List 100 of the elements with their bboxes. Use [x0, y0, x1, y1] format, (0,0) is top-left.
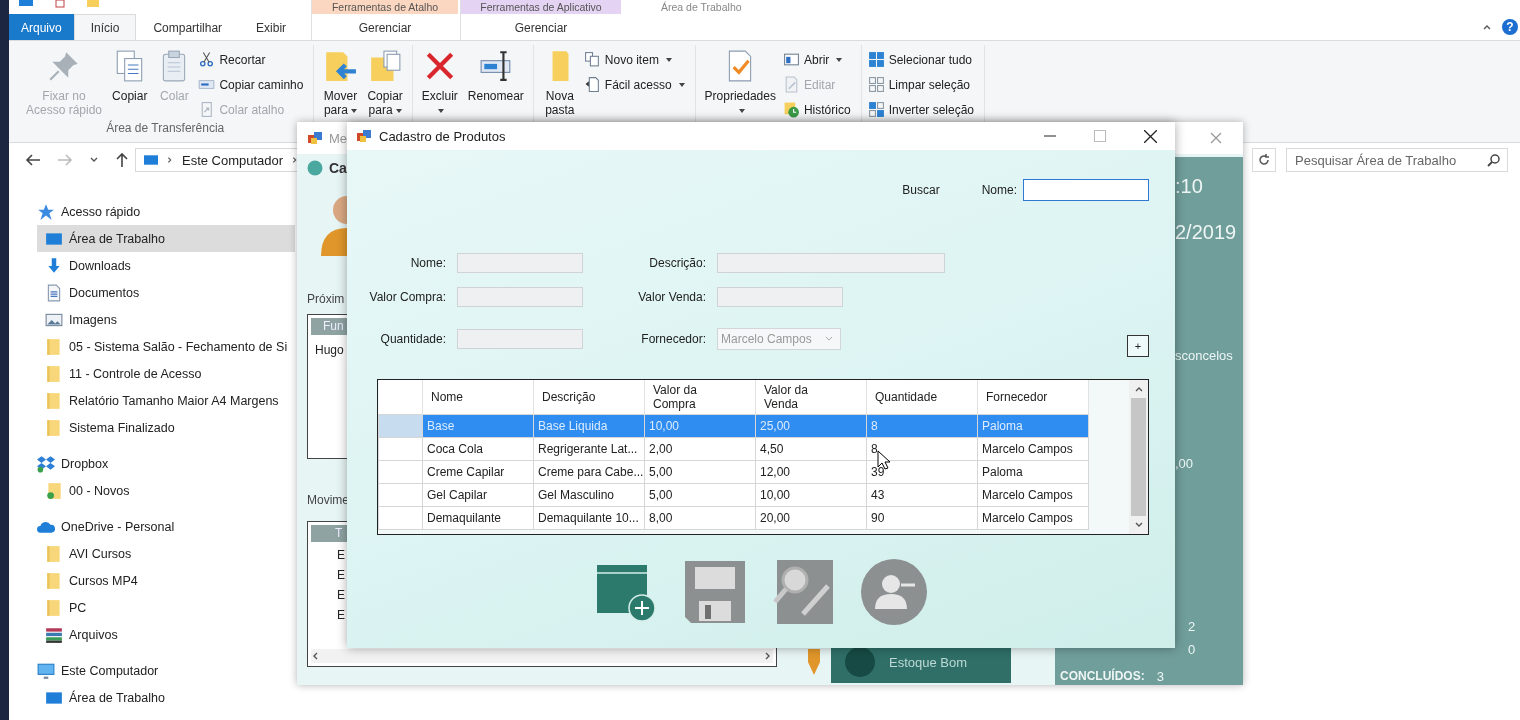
- nav-item[interactable]: Área de Trabalho: [37, 225, 295, 252]
- name-field[interactable]: [1023, 179, 1149, 201]
- list-item[interactable]: E: [337, 542, 345, 562]
- ribbon-button[interactable]: Copiar caminho: [198, 74, 308, 95]
- folder-icon: [45, 598, 63, 617]
- nav-item[interactable]: Este Computador: [9, 657, 295, 684]
- circle-icon: [845, 647, 875, 677]
- caret-icon: [836, 57, 843, 62]
- forward-arrow-icon[interactable]: [57, 153, 73, 168]
- search-button[interactable]: [773, 560, 833, 624]
- ribbon-button[interactable]: Copiar: [109, 45, 151, 103]
- ribbon-tab[interactable]: Exibir: [239, 14, 304, 40]
- list-item[interactable]: E: [337, 602, 345, 622]
- file-tab[interactable]: Arquivo: [9, 14, 74, 40]
- nav-item[interactable]: Relatório Tamanho Maior A4 Margens: [9, 387, 295, 414]
- field-label: Quantidade:: [379, 332, 446, 346]
- grid-icon: [867, 51, 885, 68]
- address-bar[interactable]: Este Computador: [135, 148, 300, 173]
- caret-icon: [438, 108, 445, 113]
- page-icon[interactable]: [55, 0, 65, 8]
- grid-icon: [867, 76, 885, 93]
- nav-item[interactable]: Downloads: [9, 252, 295, 279]
- help-button[interactable]: ?: [1502, 19, 1518, 35]
- ribbon-button[interactable]: Fácil acesso: [583, 74, 689, 95]
- close-icon[interactable]: [1210, 132, 1222, 144]
- nav-item[interactable]: 00 - Novos: [9, 477, 295, 504]
- column-header[interactable]: Fornecedor: [977, 380, 1089, 414]
- table-cell: 25,00: [755, 414, 867, 437]
- nav-item[interactable]: OneDrive - Personal: [9, 513, 295, 540]
- folder-icon: [45, 571, 63, 590]
- ribbon-button[interactable]: Abrir: [782, 49, 855, 70]
- nav-item[interactable]: Arquivos: [9, 621, 295, 648]
- save-button[interactable]: [685, 561, 745, 623]
- app-icon: [307, 130, 323, 146]
- nav-item[interactable]: Cursos MP4: [9, 567, 295, 594]
- ribbon-button[interactable]: Inverter seleção: [867, 99, 979, 120]
- stat-value: 3: [1156, 669, 1164, 684]
- ribbon-tab[interactable]: Gerenciar: [312, 14, 458, 40]
- table-cell: Base: [422, 414, 534, 437]
- ribbon-button[interactable]: Renomear: [464, 45, 527, 103]
- nav-item[interactable]: 11 - Controle de Acesso: [9, 360, 295, 387]
- scrollbar[interactable]: [311, 649, 773, 663]
- ribbon-button[interactable]: Limpar seleção: [867, 74, 979, 95]
- ribbon-tab[interactable]: Compartilhar: [136, 14, 240, 40]
- ribbon-button[interactable]: Novo item: [583, 49, 689, 70]
- table-cell: 12,00: [755, 460, 867, 483]
- column-header[interactable]: Valor da Compra: [644, 380, 756, 414]
- table-row[interactable]: Creme Capilar Creme para Cabe... 5,00 12,00 39 Paloma: [378, 460, 1089, 483]
- table-cell: 4,50: [755, 437, 867, 460]
- scrollbar[interactable]: [1129, 380, 1148, 534]
- table-cell: Creme Capilar: [422, 460, 534, 483]
- list-item[interactable]: E: [337, 582, 345, 602]
- column-header[interactable]: Nome: [422, 380, 534, 414]
- nav-item[interactable]: 05 - Sistema Salão - Fechamento de Si: [9, 333, 295, 360]
- table-cell: 2,00: [644, 437, 756, 460]
- nav-item[interactable]: Documentos: [9, 279, 295, 306]
- table-cell: Regrigerante Lat...: [533, 437, 645, 460]
- refresh-button[interactable]: [1252, 148, 1276, 173]
- remove-user-button[interactable]: [861, 559, 927, 625]
- ribbon-tab[interactable]: Início: [73, 14, 137, 40]
- add-supplier-button[interactable]: +: [1127, 335, 1149, 357]
- search-field[interactable]: Pesquisar Área de Trabalho: [1286, 148, 1508, 173]
- ribbon-button[interactable]: Propriedades: [701, 45, 779, 117]
- ribbon-button[interactable]: Histórico: [782, 99, 855, 120]
- breadcrumb[interactable]: Este Computador: [181, 152, 284, 168]
- status-text: Estoque Bom: [889, 655, 968, 672]
- nav-item[interactable]: Acesso rápido: [9, 198, 295, 225]
- ribbon-button[interactable]: Excluir: [418, 45, 461, 117]
- nav-item[interactable]: PC: [9, 594, 295, 621]
- section-label: Movime: [307, 493, 349, 507]
- list-item[interactable]: E: [337, 562, 345, 582]
- ribbon-button[interactable]: Selecionar tudo: [867, 49, 979, 70]
- table-cell: 10,00: [644, 414, 756, 437]
- folder-icon: [45, 544, 63, 563]
- ribbon-button[interactable]: Mover para: [320, 45, 361, 117]
- nav-item[interactable]: Área de Trabalho: [9, 684, 295, 711]
- context-label: Ferramentas de Aplicativo: [461, 0, 621, 14]
- table-row[interactable]: Coca Cola Regrigerante Lat... 2,00 4,50 8 Marcelo Campos: [378, 437, 1089, 460]
- column-header[interactable]: Quantidade: [866, 380, 978, 414]
- nav-item[interactable]: Sistema Finalizado: [9, 414, 295, 441]
- column-header[interactable]: Valor da Venda: [755, 380, 867, 414]
- ribbon-button[interactable]: Nova pasta: [539, 45, 580, 117]
- column-header[interactable]: Descrição: [533, 380, 645, 414]
- table-row[interactable]: Demaquilante Demaquilante 10... 8,00 20,00 90 Marcelo Campos: [378, 506, 1089, 529]
- monitor-icon[interactable]: [19, 0, 33, 8]
- date-text: 2/2019: [1175, 221, 1237, 244]
- ribbon-tab[interactable]: Gerenciar: [461, 14, 621, 40]
- nav-item[interactable]: Imagens: [9, 306, 295, 333]
- books-icon: [45, 625, 63, 644]
- ribbon-button[interactable]: Copiar para: [364, 45, 406, 117]
- up-arrow-icon[interactable]: [115, 152, 129, 169]
- user-name: sconcelos: [1175, 348, 1233, 363]
- back-arrow-icon[interactable]: [25, 153, 41, 168]
- nav-item[interactable]: Dropbox: [9, 450, 295, 477]
- folder-icon[interactable]: [87, 0, 99, 8]
- nav-item[interactable]: AVI Cursos: [9, 540, 295, 567]
- table-cell: 43: [866, 483, 978, 506]
- clock-icon: [782, 101, 800, 118]
- ribbon-button[interactable]: Recortar: [198, 49, 308, 70]
- table-row[interactable]: Gel Capilar Gel Masculino 5,00 10,00 43 Marcelo Campos: [378, 483, 1089, 506]
